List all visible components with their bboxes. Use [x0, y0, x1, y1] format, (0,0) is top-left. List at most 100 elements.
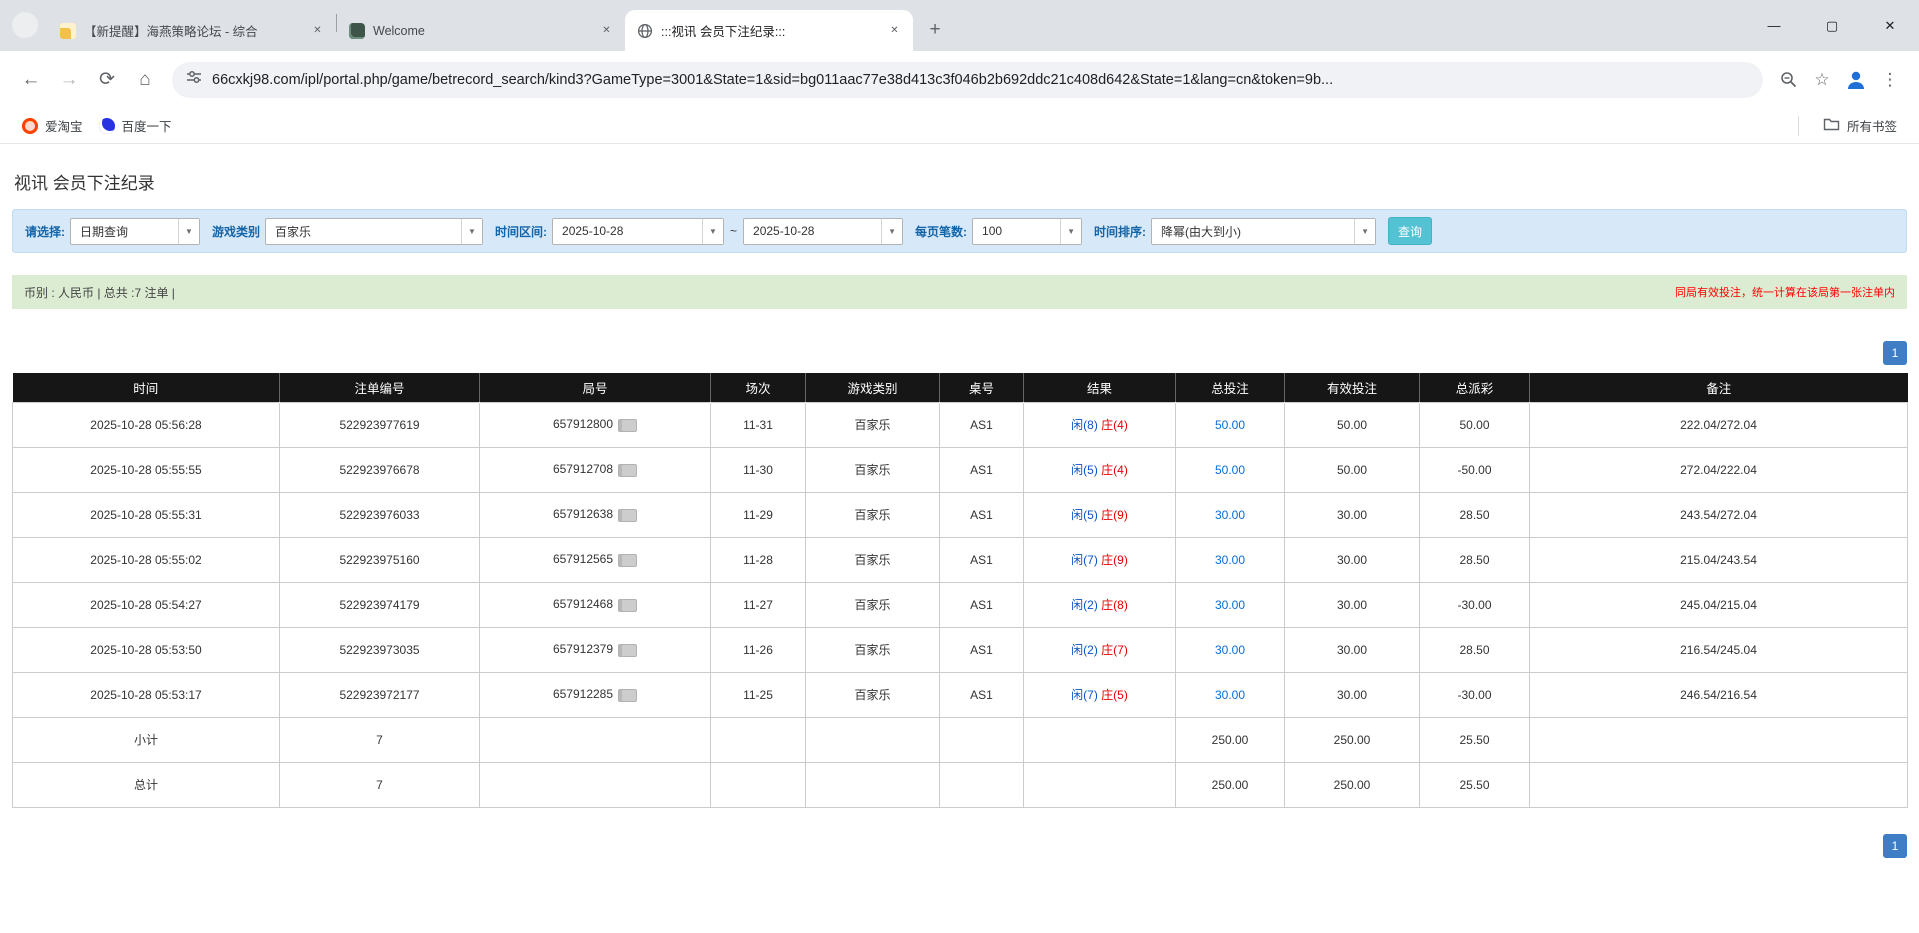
cell-valid-bet: 30.00: [1285, 627, 1420, 672]
browser-menu-icon[interactable]: ⋮: [1873, 63, 1907, 97]
video-replay-icon[interactable]: [618, 599, 637, 612]
footer-cell: [711, 762, 806, 807]
table-row: 2025-10-28 05:56:28522923977619657912800…: [13, 402, 1908, 447]
bookmark-star-icon[interactable]: ☆: [1805, 63, 1839, 97]
cell-note: 222.04/272.04: [1530, 402, 1908, 447]
profile-avatar-icon[interactable]: [1839, 63, 1873, 97]
total-bet-link[interactable]: 30.00: [1215, 688, 1245, 702]
total-bet-link[interactable]: 30.00: [1215, 643, 1245, 657]
result-player: 闲(5): [1071, 508, 1098, 522]
page-1-button[interactable]: 1: [1883, 834, 1907, 858]
cell-bet-id: 522923975160: [280, 537, 480, 582]
chevron-down-icon[interactable]: ▼: [881, 219, 902, 244]
cell-result: 闲(2) 庄(7): [1024, 627, 1176, 672]
table-row: 2025-10-28 05:55:55522923976678657912708…: [13, 447, 1908, 492]
game-type-select[interactable]: 百家乐 ▼: [265, 218, 483, 245]
all-bookmarks-button[interactable]: 所有书签: [1815, 113, 1905, 138]
tab-welcome[interactable]: Welcome ✕: [337, 10, 625, 51]
cell-total-bet: 30.00: [1176, 582, 1285, 627]
page-1-button[interactable]: 1: [1883, 341, 1907, 365]
back-button[interactable]: ←: [12, 61, 50, 99]
sort-order-select[interactable]: 降幂(由大到小) ▼: [1151, 218, 1376, 245]
total-bet-link[interactable]: 50.00: [1215, 463, 1245, 477]
video-replay-icon[interactable]: [618, 644, 637, 657]
chevron-down-icon[interactable]: ▼: [702, 219, 723, 244]
cell-result: 闲(8) 庄(4): [1024, 402, 1176, 447]
globe-icon: [637, 23, 653, 39]
cell-note: 245.04/215.04: [1530, 582, 1908, 627]
cell-total-bet: 50.00: [1176, 447, 1285, 492]
result-player: 闲(2): [1071, 598, 1098, 612]
footer-cell: 250.00: [1285, 717, 1420, 762]
cell-time: 2025-10-28 05:55:55: [13, 447, 280, 492]
cell-table: AS1: [940, 402, 1024, 447]
address-bar[interactable]: 66cxkj98.com/ipl/portal.php/game/betreco…: [172, 62, 1763, 98]
chevron-down-icon[interactable]: ▼: [178, 219, 199, 244]
cell-valid-bet: 50.00: [1285, 402, 1420, 447]
close-icon[interactable]: ✕: [309, 22, 326, 39]
total-bet-link[interactable]: 30.00: [1215, 598, 1245, 612]
footer-cell: [1024, 762, 1176, 807]
date-range-label: 时间区间:: [495, 223, 547, 240]
cell-bet-id: 522923976033: [280, 492, 480, 537]
home-button[interactable]: ⌂: [126, 61, 164, 99]
query-type-select[interactable]: 日期查询 ▼: [70, 218, 200, 245]
forward-button[interactable]: →: [50, 61, 88, 99]
video-replay-icon[interactable]: [618, 419, 637, 432]
maximize-button[interactable]: ▢: [1803, 0, 1861, 51]
result-banker: 庄(5): [1101, 688, 1128, 702]
close-icon[interactable]: ✕: [598, 22, 615, 39]
site-settings-icon[interactable]: [186, 69, 202, 90]
cell-round: 657912468: [480, 582, 711, 627]
close-window-button[interactable]: ✕: [1861, 0, 1919, 51]
pagination-top: 1: [12, 341, 1907, 365]
result-banker: 庄(9): [1101, 508, 1128, 522]
tab-forum[interactable]: 【新提醒】海燕策略论坛 - 综合 ✕: [48, 10, 336, 51]
cell-note: 272.04/222.04: [1530, 447, 1908, 492]
cell-bet-id: 522923972177: [280, 672, 480, 717]
per-page-select[interactable]: 100 ▼: [972, 218, 1082, 245]
cell-session: 11-28: [711, 537, 806, 582]
tab-bet-records[interactable]: :::视讯 会员下注纪录::: ✕: [625, 10, 913, 51]
cell-payout: 50.00: [1420, 402, 1530, 447]
minimize-button[interactable]: —: [1745, 0, 1803, 51]
footer-cell: [480, 762, 711, 807]
chevron-down-icon[interactable]: ▼: [461, 219, 482, 244]
col-header-total-bet: 总投注: [1176, 373, 1285, 402]
cell-payout: 28.50: [1420, 537, 1530, 582]
result-banker: 庄(9): [1101, 553, 1128, 567]
chevron-down-icon[interactable]: ▼: [1060, 219, 1081, 244]
footer-cell: 小计: [13, 717, 280, 762]
cell-note: 216.54/245.04: [1530, 627, 1908, 672]
result-player: 闲(5): [1071, 463, 1098, 477]
cell-session: 11-31: [711, 402, 806, 447]
col-header-game: 游戏类别: [806, 373, 940, 402]
query-button[interactable]: 查询: [1388, 217, 1432, 245]
new-tab-button[interactable]: +: [921, 16, 949, 44]
total-bet-link[interactable]: 30.00: [1215, 508, 1245, 522]
total-bet-link[interactable]: 50.00: [1215, 418, 1245, 432]
footer-cell: [940, 762, 1024, 807]
cell-result: 闲(5) 庄(4): [1024, 447, 1176, 492]
reload-button[interactable]: ⟳: [88, 61, 126, 99]
bookmark-taobao[interactable]: 爱淘宝: [14, 113, 91, 138]
result-player: 闲(7): [1071, 553, 1098, 567]
video-replay-icon[interactable]: [618, 464, 637, 477]
video-replay-icon[interactable]: [618, 509, 637, 522]
cell-payout: 28.50: [1420, 627, 1530, 672]
col-header-result: 结果: [1024, 373, 1176, 402]
video-replay-icon[interactable]: [618, 554, 637, 567]
cell-valid-bet: 50.00: [1285, 447, 1420, 492]
bookmark-baidu[interactable]: 百度一下: [91, 113, 180, 138]
cell-result: 闲(7) 庄(5): [1024, 672, 1176, 717]
zoom-icon[interactable]: [1771, 63, 1805, 97]
date-to-select[interactable]: 2025-10-28 ▼: [743, 218, 903, 245]
close-icon[interactable]: ✕: [886, 22, 903, 39]
result-banker: 庄(7): [1101, 643, 1128, 657]
total-bet-link[interactable]: 30.00: [1215, 553, 1245, 567]
cell-valid-bet: 30.00: [1285, 537, 1420, 582]
tab-search-button[interactable]: [12, 12, 38, 38]
date-from-select[interactable]: 2025-10-28 ▼: [552, 218, 724, 245]
chevron-down-icon[interactable]: ▼: [1354, 219, 1375, 244]
video-replay-icon[interactable]: [618, 689, 637, 702]
